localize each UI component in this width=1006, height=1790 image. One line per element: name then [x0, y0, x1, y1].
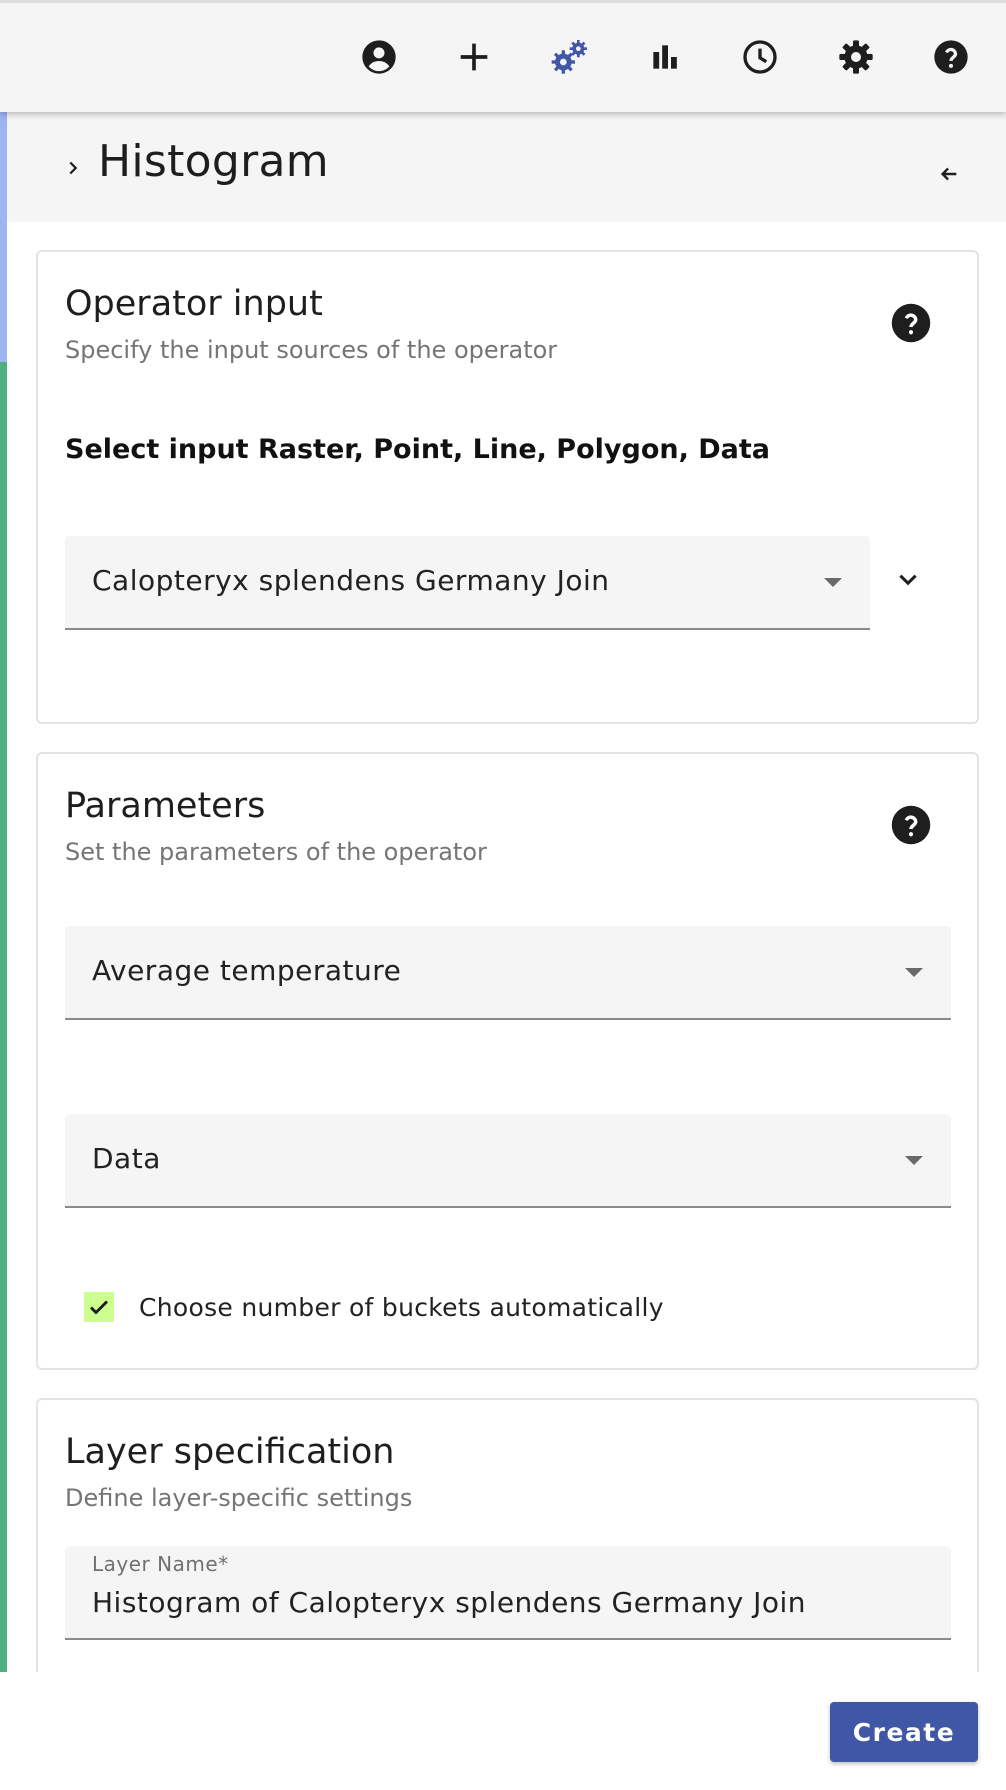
- back-button[interactable]: [929, 154, 969, 194]
- checkmark-icon: [90, 1300, 108, 1315]
- map-edge-bottom: [0, 362, 7, 1707]
- attribute-select[interactable]: Average temperature: [65, 926, 951, 1020]
- bounds-value: Data: [92, 1142, 161, 1175]
- attribute-value: Average temperature: [92, 954, 402, 987]
- map-edge-top: [0, 112, 7, 362]
- layer-name-value: Histogram of Calopteryx splendens German…: [92, 1586, 807, 1619]
- operator-input-title: Operator input: [65, 284, 323, 324]
- settings-icon: [839, 40, 873, 74]
- account-button[interactable]: [351, 29, 407, 85]
- auto-buckets-checkbox[interactable]: [84, 1292, 114, 1322]
- add-button[interactable]: [446, 29, 502, 85]
- dropdown-caret-icon: [905, 1156, 923, 1165]
- arrow-back-icon: [940, 167, 957, 181]
- layer-spec-title: Layer specification: [65, 1432, 395, 1472]
- expand-chevron-button[interactable]: [57, 152, 89, 184]
- history-button[interactable]: [732, 29, 788, 85]
- chart-button[interactable]: [637, 29, 693, 85]
- parameters-subtitle: Set the parameters of the operator: [65, 838, 487, 866]
- bounds-select[interactable]: Data: [65, 1114, 951, 1208]
- chevron-down-icon: [899, 574, 917, 586]
- help-circle-icon[interactable]: [890, 804, 932, 846]
- chevron-right-icon: [69, 161, 78, 175]
- panel-header: Histogram: [7, 112, 1006, 222]
- dropdown-caret-icon: [824, 578, 842, 587]
- help-circle-icon[interactable]: [890, 302, 932, 344]
- input-source-select[interactable]: Calopteryx splendens Germany Join: [65, 536, 870, 630]
- parameters-card: Parameters Set the parameters of the ope…: [36, 752, 979, 1370]
- expand-input-button[interactable]: [888, 560, 928, 600]
- top-toolbar: [0, 0, 1006, 112]
- input-source-value: Calopteryx splendens Germany Join: [92, 564, 610, 597]
- operator-input-card: Operator input Specify the input sources…: [36, 250, 979, 724]
- auto-buckets-label: Choose number of buckets automatically: [139, 1293, 664, 1322]
- operators-icon: [551, 40, 587, 74]
- chart-icon: [653, 45, 677, 69]
- map-edge: [0, 112, 7, 1707]
- help-icon: [934, 40, 968, 74]
- add-icon: [460, 43, 488, 71]
- help-button[interactable]: [923, 29, 979, 85]
- account-icon: [362, 40, 396, 74]
- create-button[interactable]: Create: [830, 1702, 978, 1762]
- input-select-label: Select input Raster, Point, Line, Polygo…: [65, 434, 771, 465]
- layer-name-field[interactable]: Layer Name* Histogram of Calopteryx sple…: [65, 1546, 951, 1640]
- layer-spec-subtitle: Define layer-specific settings: [65, 1484, 413, 1512]
- operator-input-subtitle: Specify the input sources of the operato…: [65, 336, 558, 364]
- panel-title: Histogram: [98, 136, 329, 187]
- history-icon: [743, 40, 777, 74]
- dropdown-caret-icon: [905, 968, 923, 977]
- operators-button[interactable]: [542, 29, 598, 85]
- layer-name-label: Layer Name*: [92, 1552, 229, 1576]
- parameters-title: Parameters: [65, 786, 266, 826]
- settings-button[interactable]: [828, 29, 884, 85]
